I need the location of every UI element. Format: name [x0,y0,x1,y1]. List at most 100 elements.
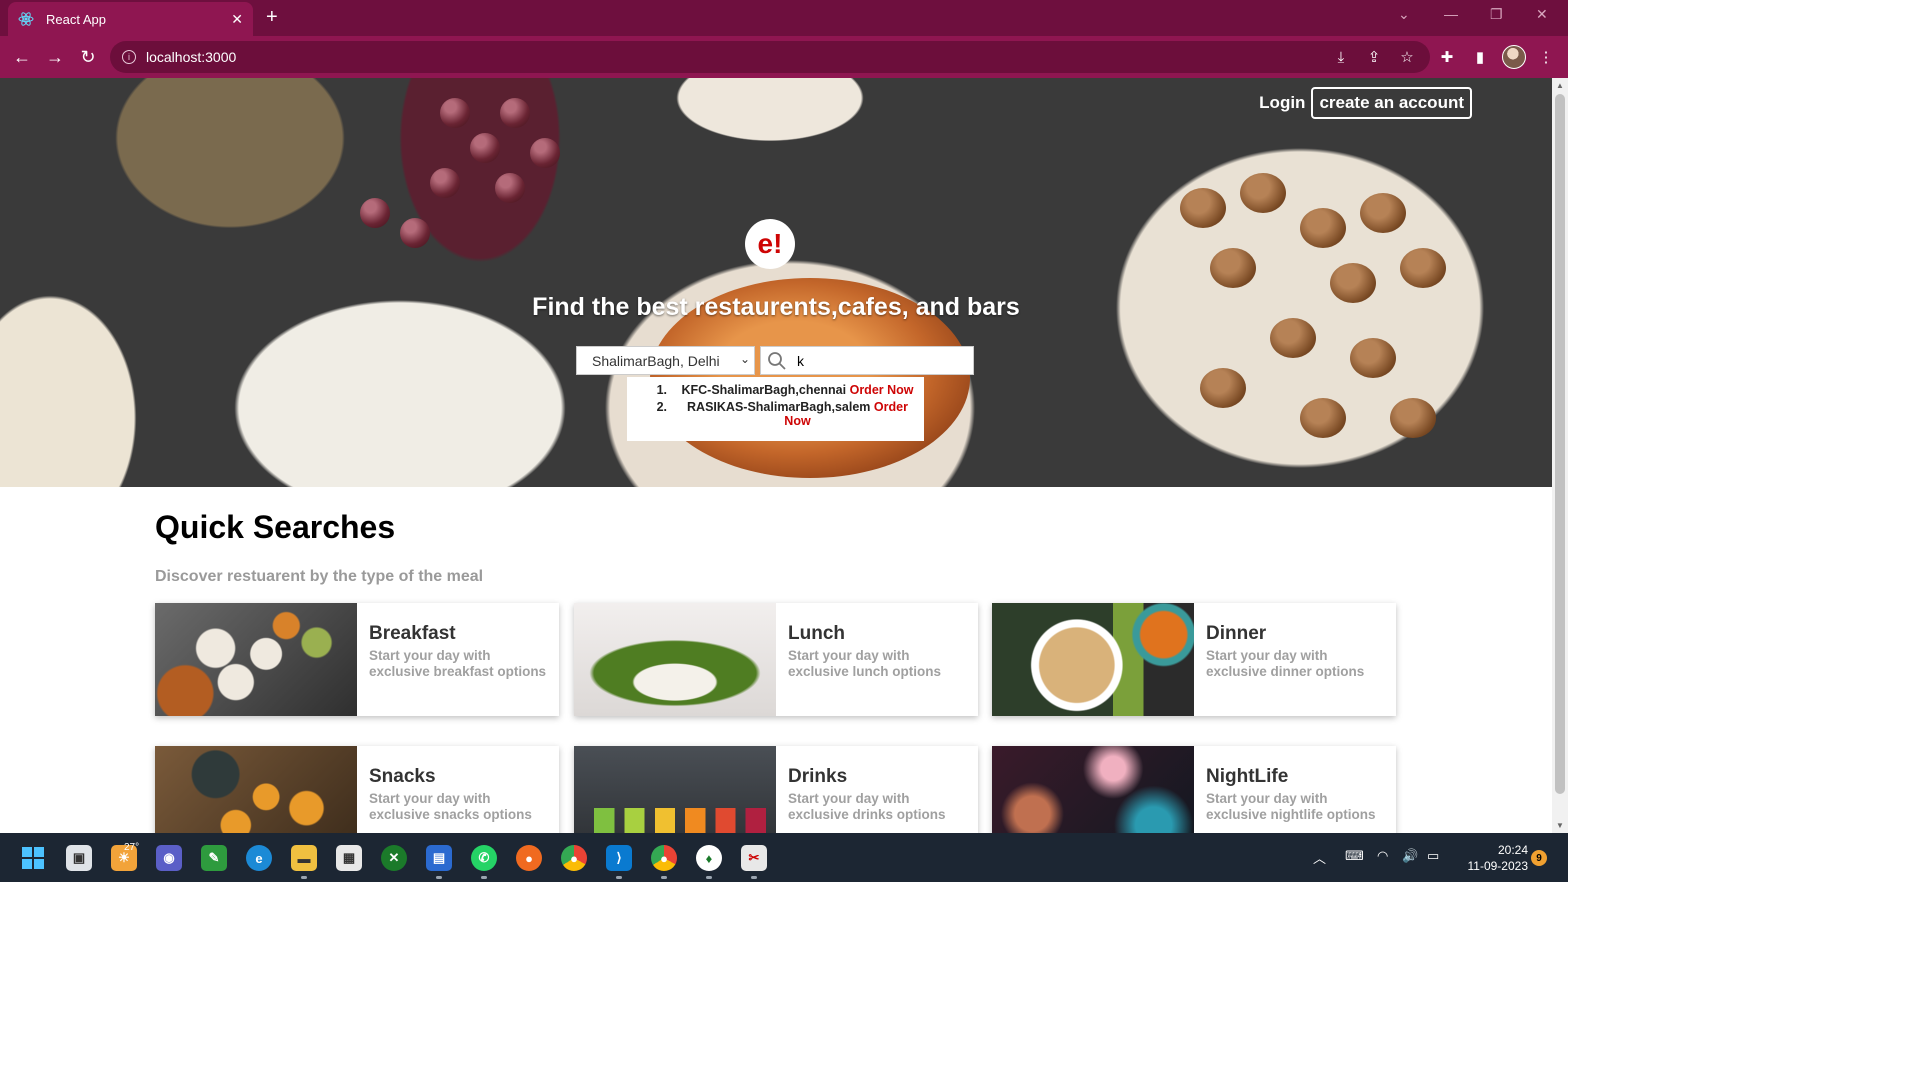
login-link[interactable]: Login [1259,93,1305,113]
food-decor [1180,188,1226,228]
scroll-up-icon[interactable]: ▲ [1556,81,1564,90]
restaurant-search-box[interactable] [760,346,974,375]
food-decor [1200,368,1246,408]
food-decor [440,98,470,128]
card-description: Start your day with exclusive nightlife … [1206,791,1376,822]
teams-chat-icon[interactable]: ◉ [156,845,182,871]
vscode-icon[interactable]: ⟩ [606,845,632,879]
food-decor [1360,193,1406,233]
food-decor [1240,173,1286,213]
meal-card-breakfast[interactable]: Breakfast Start your day with exclusive … [155,603,559,716]
food-decor [430,168,460,198]
minimize-icon[interactable]: — [1444,6,1458,22]
extensions-icon[interactable]: ✚ [1437,47,1457,67]
card-description: Start your day with exclusive breakfast … [369,648,547,679]
file-explorer-icon[interactable]: ▬ [291,845,317,879]
suggestion-name: RASIKAS-ShalimarBagh,salem [687,400,871,414]
xbox-icon[interactable]: ✕ [381,845,407,871]
share-icon[interactable]: ⇪ [1364,47,1384,67]
suggestion-number: 1. [656,383,667,397]
tab-search-icon[interactable]: ⌄ [1398,6,1410,23]
suggestion-name: KFC-ShalimarBagh,chennai [681,383,847,397]
mongodb-compass-icon[interactable]: ♦ [696,845,722,879]
lunch-image [574,603,776,716]
address-bar[interactable]: i localhost:3000 [110,41,1430,73]
food-decor [1270,318,1316,358]
install-icon[interactable]: ⤓ [1331,47,1351,67]
close-window-icon[interactable]: ✕ [1536,6,1548,23]
show-hidden-icons-icon[interactable]: ︿ [1313,848,1326,867]
food-decor [1210,248,1256,288]
food-decor [1300,398,1346,438]
meal-card-nightlife[interactable]: NightLife Start your day with exclusive … [992,746,1396,833]
food-decor [400,218,430,248]
search-icon [767,351,787,371]
snipping-tool-icon[interactable]: ✂ [741,845,767,879]
reload-icon[interactable]: ↻ [76,45,100,69]
meal-card-snacks[interactable]: Snacks Start your day with exclusive sna… [155,746,559,833]
breakfast-image [155,603,357,716]
pen-tool-icon[interactable]: ✎ [201,845,227,871]
quick-searches-title: Quick Searches [155,509,396,545]
hero-banner: Login create an account e! Find the best… [0,78,1552,487]
taskbar: ▣ ☀ 27° ◉ ✎ e ▬ ▦ ✕ ▤ ✆ ● ● ⟩ ● ♦ ✂ ︿ ⌨ … [0,833,1568,882]
system-clock[interactable]: 20:24 11-09-2023 [1458,842,1529,874]
notepad-icon[interactable]: ▤ [426,845,452,879]
profile-avatar[interactable] [1502,45,1526,69]
logo: e! [745,219,795,269]
restore-icon[interactable]: ❐ [1490,6,1503,23]
meal-card-dinner[interactable]: Dinner Start your day with exclusive din… [992,603,1396,716]
battery-icon[interactable]: ▭ [1427,848,1439,864]
browser-tab[interactable]: React App ✕ [8,2,253,36]
firefox-icon[interactable]: ● [516,845,542,871]
page-scrollbar[interactable]: ▲ ▼ [1552,78,1568,833]
keyboard-icon[interactable]: ⌨ [1345,848,1364,864]
location-select[interactable]: ShalimarBagh, Delhi ⌄ [576,346,755,375]
forward-icon[interactable]: → [43,45,67,69]
scroll-down-icon[interactable]: ▼ [1556,821,1564,830]
food-decor [360,198,390,228]
chrome-profile-icon[interactable]: ● [651,845,677,879]
notification-badge[interactable]: 9 [1531,850,1547,866]
scrollbar-thumb[interactable] [1555,94,1565,794]
chrome-icon[interactable]: ● [561,845,587,871]
search-input[interactable] [797,352,957,369]
new-tab-icon[interactable]: + [266,6,278,29]
back-icon[interactable]: ← [10,45,34,69]
windows-start-icon[interactable] [20,845,46,871]
volume-icon[interactable]: 🔊 [1402,848,1418,864]
page-viewport: Login create an account e! Find the best… [0,78,1552,833]
task-view-icon[interactable]: ▣ [66,845,92,871]
create-account-button[interactable]: create an account [1311,87,1472,119]
url-text: localhost:3000 [146,49,237,65]
suggestion-item[interactable]: 1. KFC-ShalimarBagh,chennai Order Now [635,383,916,397]
react-icon [18,11,34,27]
wifi-icon[interactable]: ◠ [1377,848,1388,864]
bookmark-star-icon[interactable]: ☆ [1397,47,1417,67]
close-tab-icon[interactable]: ✕ [231,11,243,28]
location-select-value: ShalimarBagh, Delhi [592,352,720,369]
card-description: Start your day with exclusive drinks opt… [788,791,946,822]
search-suggestions: 1. KFC-ShalimarBagh,chennai Order Now 2.… [627,377,924,441]
meal-card-drinks[interactable]: Drinks Start your day with exclusive dri… [574,746,978,833]
nightlife-image [992,746,1194,833]
order-now-link[interactable]: Order Now [850,383,914,397]
dinner-image [992,603,1194,716]
meal-card-lunch[interactable]: Lunch Start your day with exclusive lunc… [574,603,978,716]
food-decor [1400,248,1446,288]
info-icon[interactable]: i [122,50,136,64]
hero-title: Find the best restaurents,cafes, and bar… [532,293,1020,321]
card-title: Lunch [788,623,845,644]
edge-icon[interactable]: e [246,845,272,871]
side-panel-icon[interactable]: ▮ [1470,47,1490,67]
suggestion-item[interactable]: 2. RASIKAS-ShalimarBagh,salem Order Now [635,400,916,428]
drinks-image [574,746,776,833]
food-decor [1300,208,1346,248]
food-decor [470,133,500,163]
quick-searches-subtitle: Discover restuarent by the type of the m… [155,568,484,585]
menu-kebab-icon[interactable]: ⋮ [1536,47,1556,67]
card-title: NightLife [1206,766,1289,787]
card-description: Start your day with exclusive dinner opt… [1206,648,1365,679]
whatsapp-icon[interactable]: ✆ [471,845,497,879]
store-icon[interactable]: ▦ [336,845,362,871]
